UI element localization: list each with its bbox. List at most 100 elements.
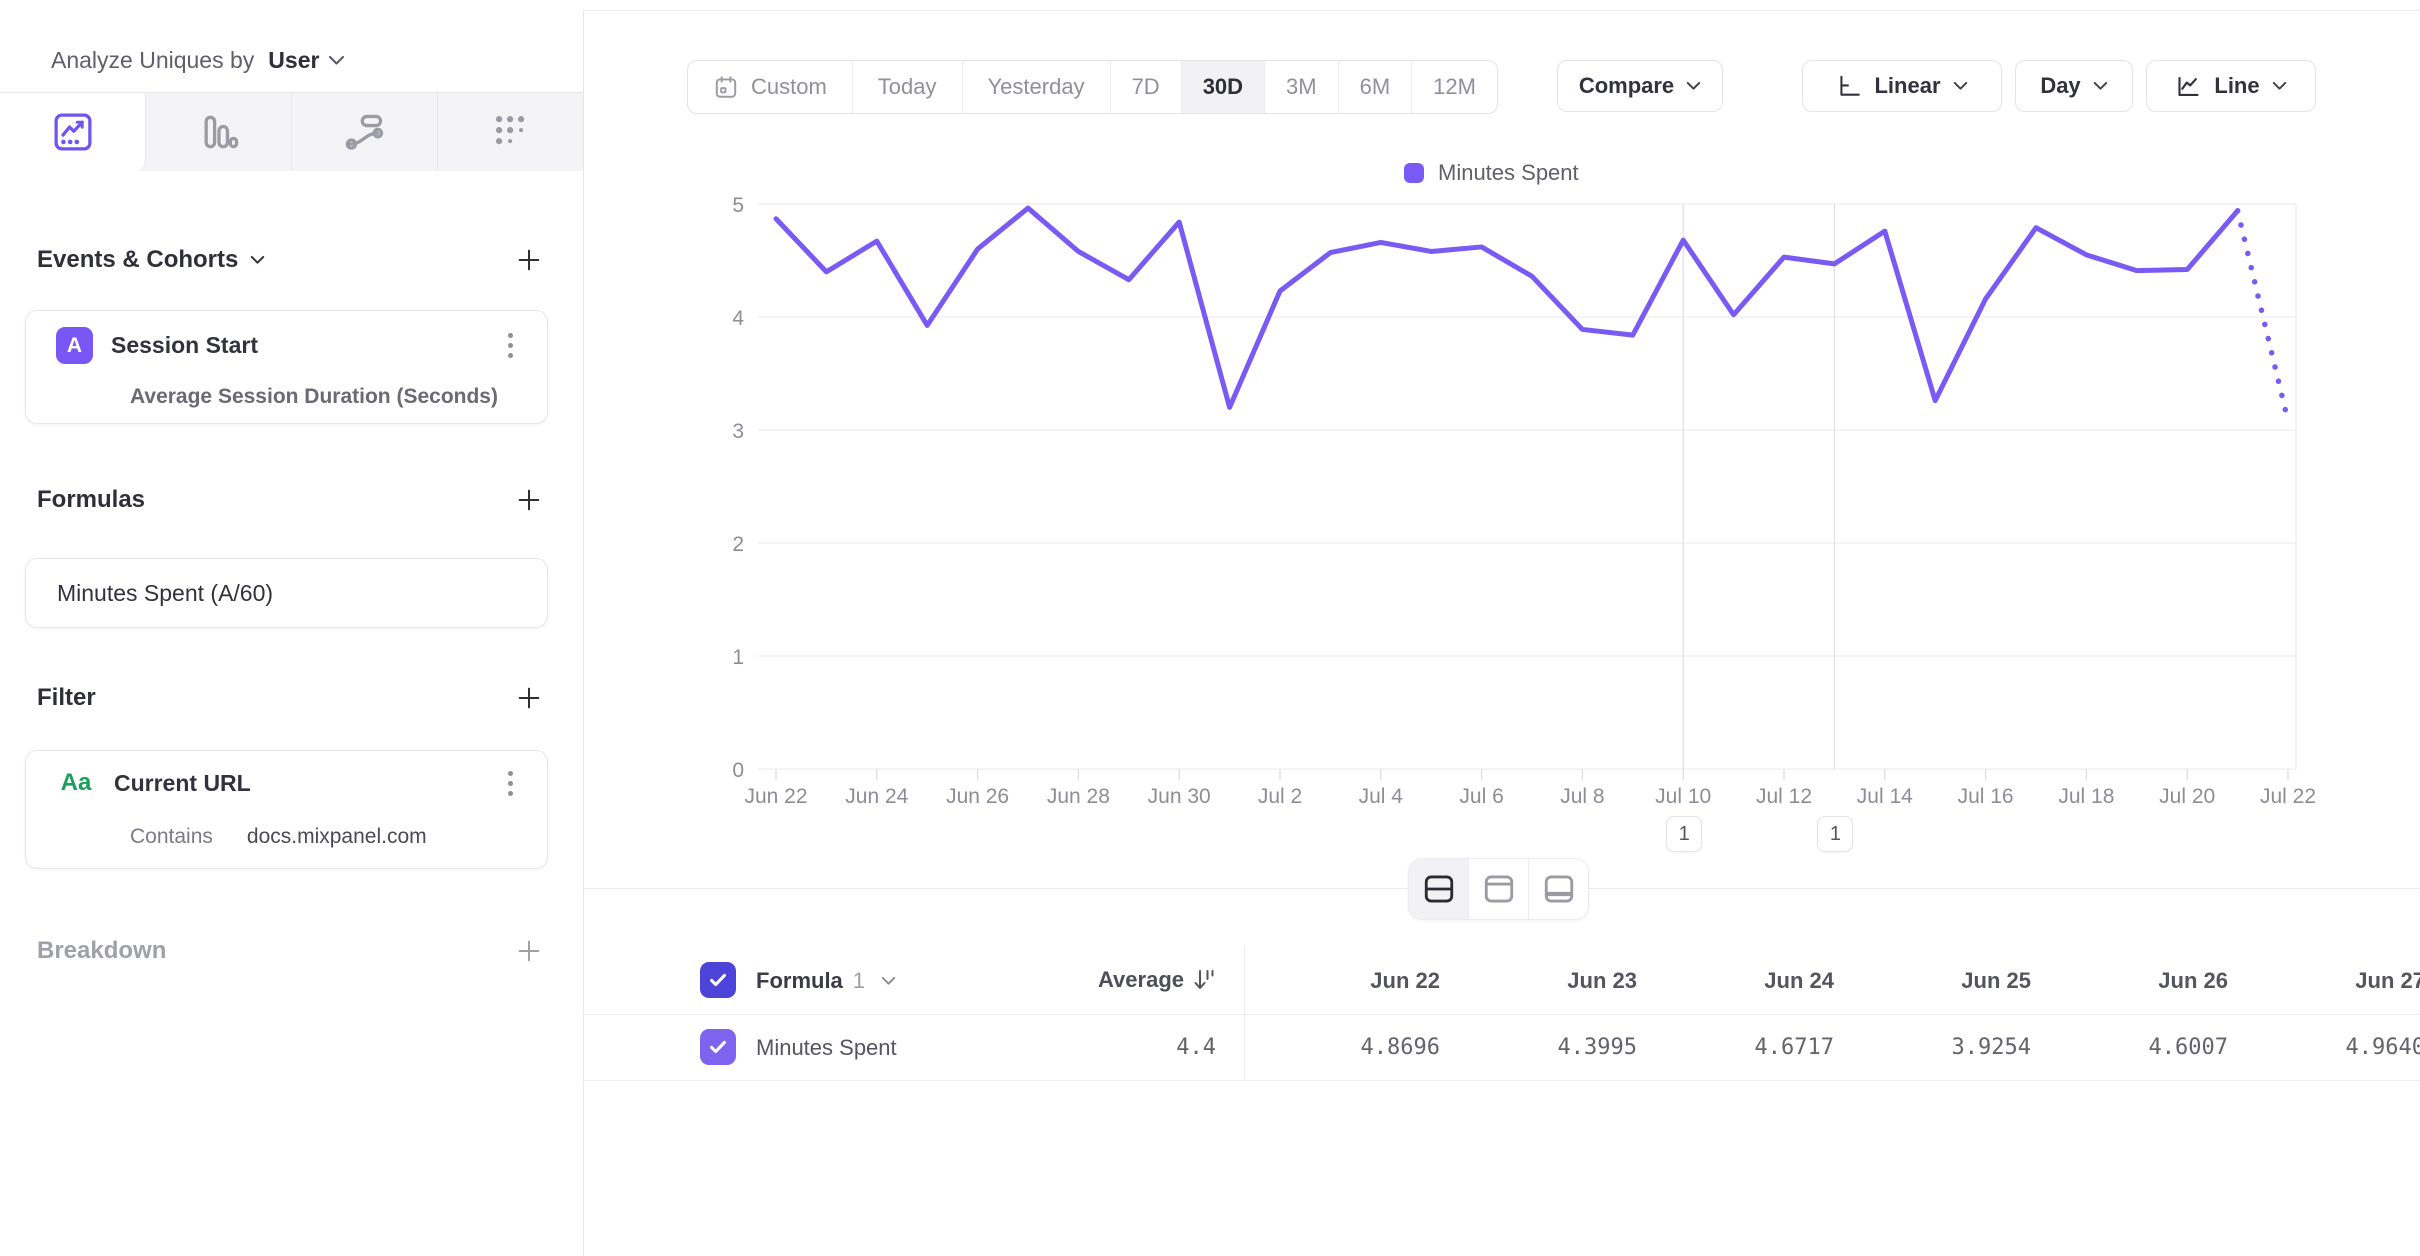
insights-report-app: Analyze Uniques by User [0,0,2420,1256]
events-section-header: Events & Cohorts [37,240,546,280]
interval-dropdown[interactable]: Day [2015,60,2133,112]
filter-card-current-url[interactable]: Aa Current URL Contains docs.mixpanel.co… [25,750,548,869]
date-column-header[interactable]: Jun 26 [2028,968,2228,994]
row-value-cell: 4.9640 [2225,1035,2420,1060]
range-yesterday[interactable]: Yesterday [963,61,1111,113]
split-view-button[interactable] [1409,859,1469,919]
formulas-section-header: Formulas [37,480,546,520]
range-12m[interactable]: 12M [1412,61,1497,113]
annotation-badge[interactable]: 1 [1817,816,1853,852]
x-tick-label: Jul 10 [1655,785,1711,808]
tab-flows[interactable] [292,93,438,171]
range-custom[interactable]: Custom [688,61,853,113]
chart-legend: Minutes Spent [1404,160,1579,186]
chevron-down-icon [881,976,896,986]
x-tick-label: Jul 20 [2159,785,2215,808]
plus-icon [515,937,543,965]
filter-condition[interactable]: Contains docs.mixpanel.com [130,825,427,849]
x-tick-label: Jun 24 [845,785,908,808]
annotation-badge[interactable]: 1 [1666,816,1702,852]
series-line-incomplete-segment [2238,211,2288,421]
tab-funnels[interactable] [146,93,292,171]
event-series-badge: A [56,327,93,364]
y-tick-label: 4 [732,307,744,330]
compare-button[interactable]: Compare [1557,60,1723,112]
tab-retention[interactable] [438,93,583,171]
report-type-tabstrip [0,92,583,171]
date-column-header[interactable]: Jun 22 [1240,968,1440,994]
add-breakdown-button[interactable] [512,934,546,968]
table-row-divider [583,1080,2420,1081]
table-only-view-icon [1542,873,1576,905]
add-formula-button[interactable] [512,483,546,517]
filter-property-name: Current URL [114,770,479,797]
filter-section-title: Filter [37,684,96,712]
analyze-by-value: User [268,47,319,74]
row-label: Minutes Spent [756,1035,897,1061]
average-column-header[interactable]: Average [1000,966,1216,993]
chart-type-dropdown[interactable]: Line [2146,60,2316,112]
y-tick-label: 0 [732,759,744,782]
funnels-bars-icon [197,110,241,154]
table-only-view-button[interactable] [1529,859,1588,919]
kebab-menu-icon[interactable] [497,771,523,796]
range-6m[interactable]: 6M [1339,61,1413,113]
x-tick-label: Jul 22 [2260,785,2316,808]
plus-icon [515,246,543,274]
row-value-cell: 4.6717 [1634,1035,1834,1060]
chevron-down-icon [1953,81,1968,91]
row-checkbox[interactable] [700,1029,736,1065]
filter-card-header: Aa Current URL [56,769,523,797]
event-card-session-start[interactable]: A Session Start Average Session Duration… [25,310,548,424]
row-value-cell: 4.3995 [1437,1035,1637,1060]
scale-dropdown[interactable]: Linear [1802,60,2002,112]
y-tick-label: 3 [732,420,744,443]
add-event-button[interactable] [512,243,546,277]
analyze-by-dropdown[interactable]: User [268,47,345,74]
date-column-header[interactable]: Jun 27 [2225,968,2420,994]
breakdown-section-header: Breakdown [37,931,546,971]
row-value-cell: 4.6007 [2028,1035,2228,1060]
analyze-label: Analyze Uniques by [51,47,254,74]
event-measurement[interactable]: Average Session Duration (Seconds) [130,385,498,409]
formula-card[interactable]: Minutes Spent (A/60) [25,558,548,628]
y-tick-label: 1 [732,646,744,669]
x-tick-label: Jul 2 [1258,785,1302,808]
select-all-checkbox[interactable] [700,962,736,998]
x-tick-label: Jul 18 [2058,785,2114,808]
date-column-header[interactable]: Jun 25 [1831,968,2031,994]
text-property-icon: Aa [56,769,96,797]
events-section-title[interactable]: Events & Cohorts [37,246,265,274]
x-tick-label: Jul 16 [1958,785,2014,808]
add-filter-button[interactable] [512,681,546,715]
range-7d[interactable]: 7D [1111,61,1182,113]
filter-operator: Contains [130,825,213,849]
range-3m[interactable]: 3M [1265,61,1339,113]
analyze-header: Analyze Uniques by User [51,36,345,84]
formula-group-header[interactable]: Formula 1 [756,968,896,994]
plus-icon [515,684,543,712]
formula-expression: Minutes Spent (A/60) [57,580,273,607]
kebab-menu-icon[interactable] [497,333,523,358]
view-toggle [1408,858,1589,920]
y-tick-label: 2 [732,533,744,556]
date-column-header[interactable]: Jun 23 [1437,968,1637,994]
linear-axis-icon [1836,73,1862,99]
chevron-down-icon [2272,81,2287,91]
range-today[interactable]: Today [853,61,963,113]
breakdown-section-title: Breakdown [37,937,166,965]
range-30d[interactable]: 30D [1182,61,1265,113]
y-tick-label: 5 [732,194,744,217]
tab-insights[interactable] [0,93,146,171]
flows-icon [343,110,387,154]
date-column-header[interactable]: Jun 24 [1634,968,1834,994]
chevron-down-icon [250,255,265,265]
event-card-header: A Session Start [56,327,523,364]
series-line [776,208,2238,407]
x-tick-label: Jul 8 [1560,785,1604,808]
check-icon [707,969,729,991]
chart-only-view-icon [1482,873,1516,905]
x-tick-label: Jul 14 [1857,785,1913,808]
x-tick-label: Jul 4 [1359,785,1404,808]
chart-only-view-button[interactable] [1469,859,1529,919]
